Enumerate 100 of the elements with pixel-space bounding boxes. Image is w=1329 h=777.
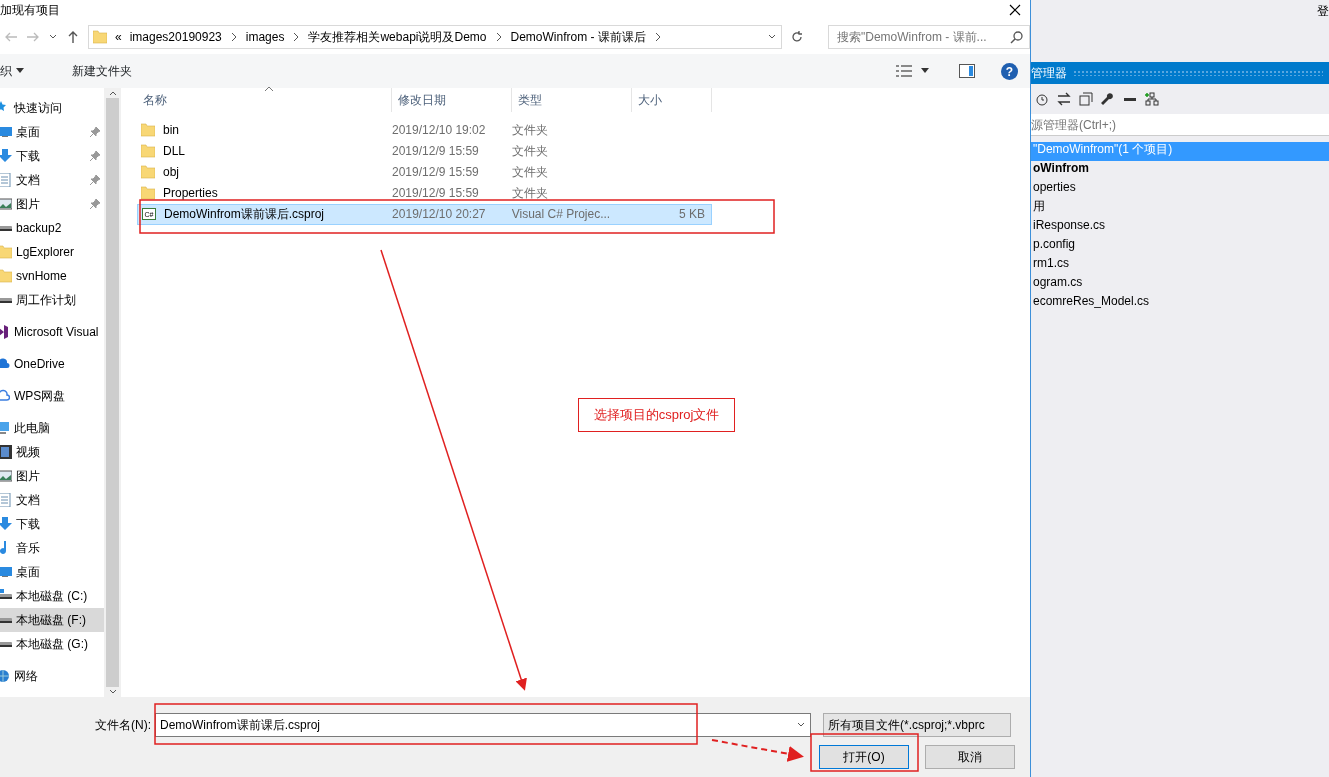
cancel-button[interactable]: 取消 [925, 745, 1015, 769]
organize-menu[interactable]: 织 [0, 62, 24, 80]
sync-icon[interactable] [1057, 92, 1071, 106]
folder-icon [141, 165, 155, 180]
sidebar-item[interactable]: LgExplorer [0, 240, 104, 264]
chevron-right-icon[interactable] [494, 32, 503, 42]
cloud-icon [0, 389, 10, 403]
sidebar-item[interactable]: 图片 [0, 192, 104, 216]
new-folder-button[interactable]: 新建文件夹 [72, 62, 132, 80]
globe-icon [0, 669, 10, 683]
file-row[interactable]: obj 2019/12/9 15:59 文件夹 [137, 162, 712, 183]
sidebar-item[interactable]: 桌面 [0, 560, 104, 584]
sidebar-item[interactable]: WPS网盘 [0, 384, 104, 408]
sidebar-item[interactable]: 本地磁盘 (C:) [0, 584, 104, 608]
collapse-icon[interactable] [1079, 92, 1093, 106]
tree-item[interactable]: 用 [1031, 199, 1329, 218]
file-type-dropdown[interactable]: 所有项目文件(*.csproj;*.vbprc [823, 713, 1011, 737]
wrench-icon[interactable] [1101, 92, 1115, 106]
preview-pane-icon[interactable] [959, 64, 975, 78]
file-type: 文件夹 [512, 165, 549, 180]
file-name: DLL [163, 144, 185, 159]
down-arrow-icon [0, 149, 12, 163]
column-header[interactable]: 类型 [512, 88, 632, 112]
sidebar-item[interactable]: 图片 [0, 464, 104, 488]
file-date: 2019/12/10 20:27 [392, 207, 487, 222]
chevron-right-icon[interactable] [292, 32, 301, 42]
sidebar-item[interactable]: 下载 [0, 512, 104, 536]
file-date: 2019/12/10 19:02 [392, 123, 487, 138]
sidebar-item[interactable]: 视频 [0, 440, 104, 464]
file-date: 2019/12/9 15:59 [392, 165, 480, 180]
sidebar-item[interactable]: 下载 [0, 144, 104, 168]
file-type: Visual C# Projec... [511, 207, 612, 222]
visual-studio-icon [0, 325, 10, 339]
file-date: 2019/12/9 15:59 [392, 186, 480, 201]
tree-item[interactable]: p.config [1031, 237, 1329, 256]
pin-icon [90, 175, 100, 185]
folder-icon [141, 186, 155, 201]
file-row[interactable]: Properties 2019/12/9 15:59 文件夹 [137, 183, 712, 204]
sidebar-item[interactable]: Microsoft Visual [0, 320, 104, 344]
breadcrumb[interactable]: 学友推荐相关webapi说明及Demo [308, 29, 487, 45]
search-field[interactable]: 源管理器(Ctrl+;) [1031, 114, 1329, 136]
history-icon[interactable] [1035, 92, 1049, 106]
file-date: 2019/12/9 15:59 [392, 144, 480, 159]
sidebar-item[interactable]: svnHome [0, 264, 104, 288]
file-name: bin [163, 123, 179, 138]
sidebar-item[interactable]: 桌面 [0, 120, 104, 144]
address-bar[interactable]: « images20190923 images 学友推荐相关webapi说明及Demo DemoWinfrom - 课前课后 [88, 25, 782, 49]
sidebar-item[interactable]: 网络 [0, 664, 104, 688]
annotation-note: 选择项目的csproj文件 [578, 398, 735, 432]
column-header[interactable]: 修改日期 [392, 88, 512, 112]
refresh-icon[interactable] [790, 30, 804, 44]
tree-item[interactable]: rm1.cs [1031, 256, 1329, 275]
sidebar-item[interactable]: 本地磁盘 (G:) [0, 632, 104, 656]
file-size: 5 KB [678, 207, 706, 222]
sidebar-item[interactable]: 音乐 [0, 536, 104, 560]
breadcrumb-overflow[interactable]: « [115, 29, 122, 45]
tree-item[interactable]: ogram.cs [1031, 275, 1329, 294]
search-field[interactable]: 搜索"DemoWinfrom - 课前... [828, 25, 1030, 49]
caret-icon[interactable] [921, 68, 929, 74]
sidebar-item[interactable]: 周工作计划 [0, 288, 104, 312]
file-type: 文件夹 [512, 123, 549, 138]
folder-icon [93, 30, 107, 44]
file-name: Properties [163, 186, 218, 201]
up-arrow-icon[interactable] [66, 30, 80, 44]
sidebar-item[interactable]: 此电脑 [0, 416, 104, 440]
breadcrumb[interactable]: images [245, 29, 285, 45]
sidebar-item[interactable]: 文档 [0, 488, 104, 512]
column-header[interactable]: 大小 [632, 88, 712, 112]
close-icon[interactable] [1008, 3, 1022, 17]
file-name-field[interactable]: DemoWinfrom课前课后.csproj [155, 713, 811, 737]
tree-item[interactable]: operties [1031, 180, 1329, 199]
pin-icon [90, 151, 100, 161]
column-header[interactable]: 名称 [137, 88, 392, 112]
sidebar-item[interactable]: OneDrive [0, 352, 104, 376]
file-row[interactable]: DLL 2019/12/9 15:59 文件夹 [137, 141, 712, 162]
hierarchy-icon[interactable] [1145, 92, 1159, 106]
caret-icon [16, 68, 24, 74]
help-icon[interactable]: ? [1001, 62, 1018, 80]
tree-item[interactable]: oWinfrom [1031, 161, 1329, 180]
file-row[interactable]: bin 2019/12/10 19:02 文件夹 [137, 120, 712, 141]
down-arrow-icon [0, 517, 12, 531]
open-button[interactable]: 打开(O) [819, 745, 909, 769]
chevron-right-icon[interactable] [229, 32, 238, 42]
chevron-right-icon[interactable] [653, 32, 662, 42]
breadcrumb[interactable]: images20190923 [129, 29, 222, 45]
tree-item[interactable]: ecomreRes_Model.cs [1031, 294, 1329, 313]
view-list-icon[interactable] [895, 64, 913, 78]
file-name: DemoWinfrom课前课后.csproj [164, 207, 325, 222]
sidebar-item[interactable]: 快速访问 [0, 96, 104, 120]
tree-item[interactable]: iResponse.cs [1031, 218, 1329, 237]
folder-icon [0, 269, 12, 283]
sidebar-item[interactable]: 本地磁盘 (F:) [0, 608, 104, 632]
sidebar-item[interactable]: backup2 [0, 216, 104, 240]
monitor-icon [0, 125, 12, 139]
breadcrumb[interactable]: DemoWinfrom - 课前课后 [510, 29, 646, 45]
dialog-title: 加现有项目 [0, 2, 60, 18]
file-type: 文件夹 [512, 144, 549, 159]
pin-icon [90, 127, 100, 137]
cloud-icon [0, 357, 10, 371]
sidebar-item[interactable]: 文档 [0, 168, 104, 192]
